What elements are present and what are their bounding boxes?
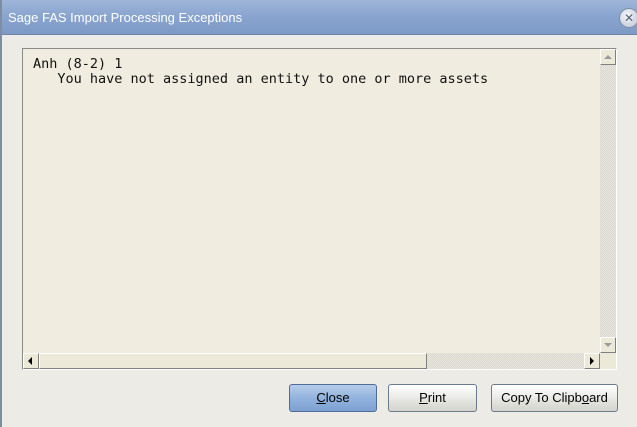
scroll-down-button[interactable]	[600, 337, 616, 353]
dialog-window: Sage FAS Import Processing Exceptions ✕ …	[0, 0, 637, 427]
horizontal-scroll-thumb[interactable]	[39, 353, 427, 369]
scroll-up-button[interactable]	[600, 49, 616, 65]
close-mnemonic: C	[316, 390, 326, 405]
copy-to-clipboard-button[interactable]: Copy To Clipboard	[491, 384, 618, 412]
print-button[interactable]: Print	[388, 384, 477, 412]
scroll-left-button[interactable]	[23, 353, 39, 369]
exception-line: Anh (8-2) 1	[33, 57, 123, 72]
scroll-right-button[interactable]	[584, 353, 600, 369]
exception-line: You have not assigned an entity to one o…	[33, 71, 489, 87]
copy-label-pre: Copy To Clipb	[501, 390, 582, 405]
title-bar[interactable]: Sage FAS Import Processing Exceptions ✕	[2, 0, 637, 35]
horizontal-scrollbar[interactable]	[23, 353, 600, 369]
arrow-left-icon	[28, 357, 32, 365]
copy-mnemonic: o	[581, 390, 590, 405]
scrollbar-corner	[600, 353, 616, 369]
print-mnemonic: P	[419, 390, 428, 405]
close-label-rest: lose	[325, 390, 350, 405]
exceptions-text: Anh (8-2) 1 You have not assigned an ent…	[33, 57, 601, 347]
copy-label-post: ard	[589, 390, 608, 405]
print-label-rest: rint	[427, 390, 446, 405]
close-x-icon[interactable]: ✕	[619, 8, 637, 28]
close-button[interactable]: Close	[289, 384, 377, 412]
arrow-up-icon	[604, 55, 612, 59]
arrow-right-icon	[590, 357, 594, 365]
window-title: Sage FAS Import Processing Exceptions	[8, 10, 243, 25]
vertical-scrollbar[interactable]	[600, 49, 616, 353]
exceptions-text-area[interactable]: Anh (8-2) 1 You have not assigned an ent…	[22, 48, 617, 370]
arrow-down-icon	[604, 343, 612, 347]
